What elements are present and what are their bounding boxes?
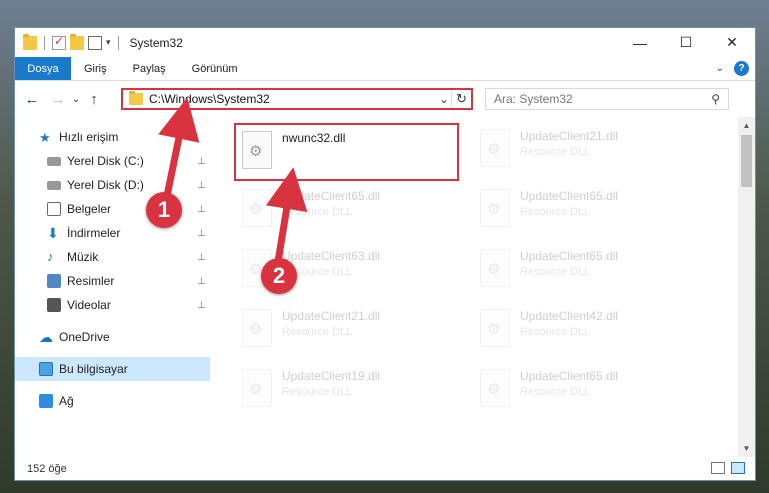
arrow-to-file — [265, 167, 308, 266]
step-1-badge: 1 — [146, 192, 182, 228]
arrow-to-address-bar — [158, 97, 200, 200]
annotation-arrows — [158, 97, 308, 266]
step-2-badge: 2 — [261, 258, 297, 294]
